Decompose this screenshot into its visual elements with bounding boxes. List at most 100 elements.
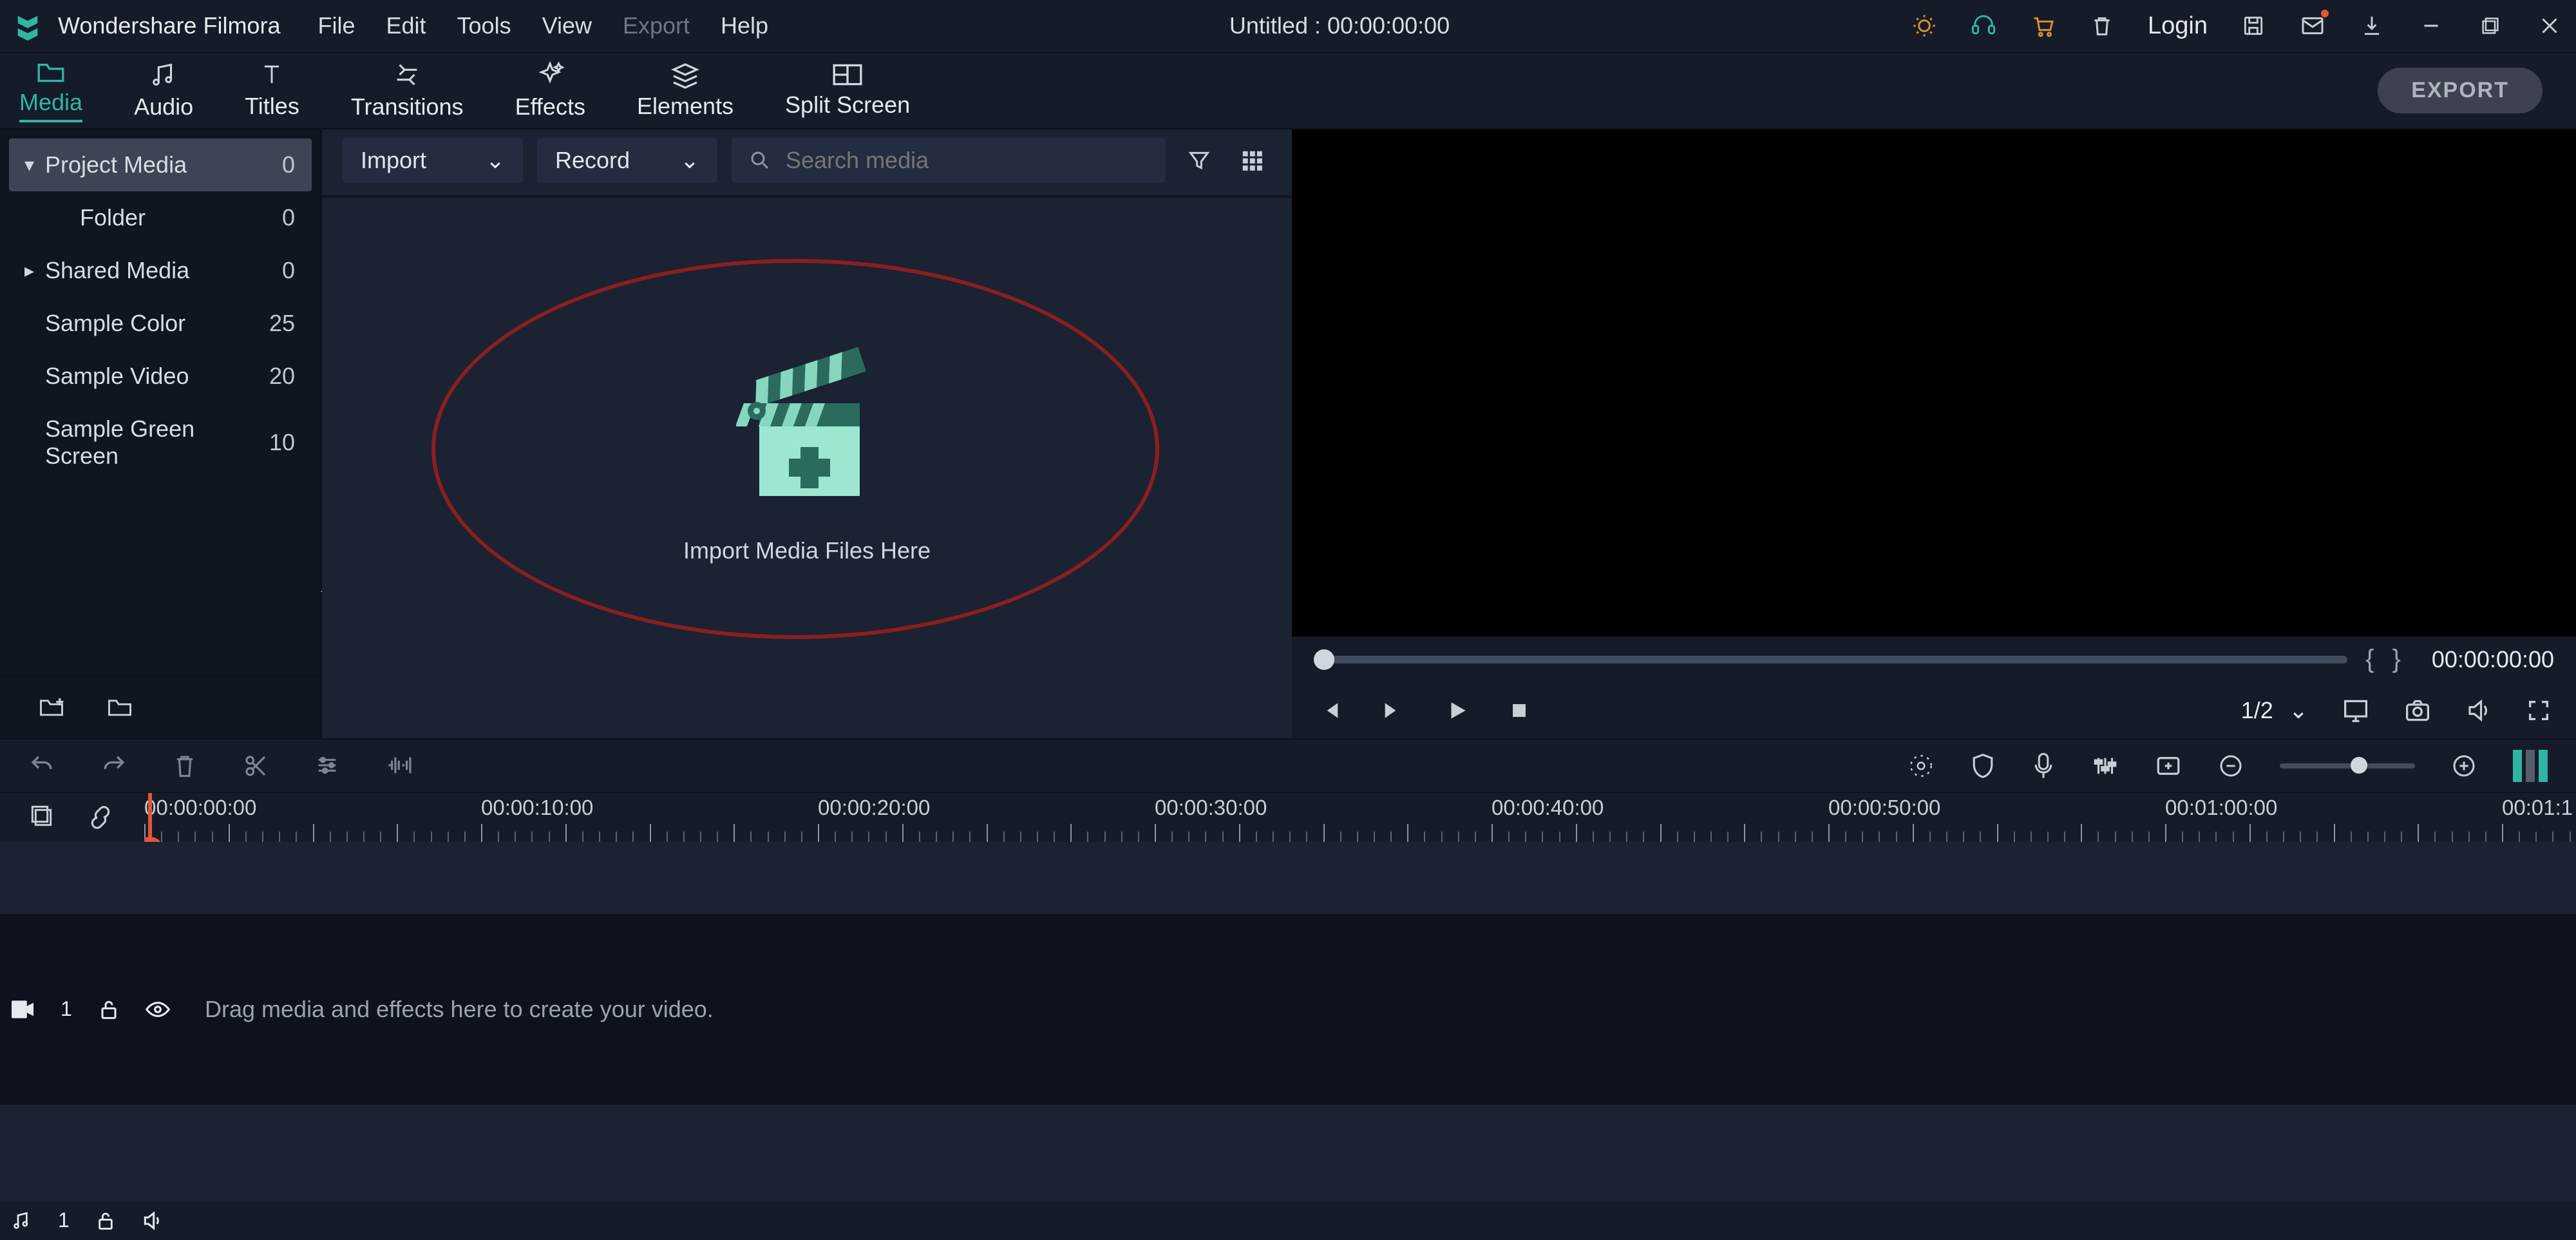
tab-transitions[interactable]: Transitions <box>351 53 464 129</box>
video-track-number: 1 <box>61 997 72 1021</box>
sidebar-item-project-media[interactable]: ▾ Project Media 0 <box>9 138 312 191</box>
import-dropdown[interactable]: Import ⌄ <box>343 138 523 183</box>
close-icon[interactable] <box>2536 12 2563 39</box>
preview-video[interactable] <box>1292 129 2576 636</box>
adjust-icon[interactable] <box>314 752 340 779</box>
tips-icon[interactable] <box>1911 12 1938 39</box>
module-tabs: Media Audio Titles Transitions Effects E… <box>0 53 2576 130</box>
voiceover-icon[interactable] <box>2031 752 2056 780</box>
next-frame-icon[interactable] <box>1381 698 1406 723</box>
lock-icon[interactable] <box>99 998 118 1020</box>
audio-mixer-icon[interactable] <box>2092 753 2119 779</box>
track-hint: Drag media and effects here to create yo… <box>205 996 714 1023</box>
preview-panel: { } 00:00:00:00 1/2 ⌄ <box>1292 129 2576 738</box>
render-icon[interactable] <box>1908 752 1935 779</box>
add-marker-icon[interactable] <box>2155 754 2182 777</box>
message-icon[interactable] <box>2299 12 2326 39</box>
menu-help[interactable]: Help <box>721 12 768 39</box>
download-icon[interactable] <box>2358 12 2385 39</box>
new-folder-plus-icon[interactable] <box>37 694 66 719</box>
cart-icon[interactable] <box>2029 12 2056 39</box>
support-icon[interactable] <box>1970 12 1997 39</box>
zoom-slider[interactable] <box>2280 763 2415 768</box>
folder-icon <box>35 58 67 85</box>
login-button[interactable]: Login <box>2148 12 2208 40</box>
zoom-out-icon[interactable] <box>2218 753 2244 779</box>
undo-icon[interactable] <box>28 752 55 779</box>
audio-track-icon <box>12 1211 31 1230</box>
zoom-in-icon[interactable] <box>2451 753 2477 779</box>
app-logo-icon <box>13 11 43 41</box>
chevron-right-icon: ▸ <box>24 260 34 282</box>
marker-shield-icon[interactable] <box>1971 752 1995 779</box>
mark-out-icon[interactable]: } <box>2392 645 2400 674</box>
chevron-down-icon: ▾ <box>24 154 34 176</box>
link-icon[interactable] <box>87 805 114 830</box>
import-drop-zone[interactable]: Import Media Files Here <box>322 198 1292 738</box>
menu-view[interactable]: View <box>542 12 592 39</box>
tab-titles[interactable]: Titles <box>245 53 299 129</box>
minimize-icon[interactable] <box>2418 12 2445 39</box>
grid-view-icon[interactable] <box>1233 141 1271 180</box>
export-button[interactable]: EXPORT <box>2378 68 2543 113</box>
tab-effects[interactable]: Effects <box>515 53 585 129</box>
sidebar-item-shared-media[interactable]: ▸ Shared Media 0 <box>9 244 312 297</box>
redo-icon[interactable] <box>100 752 128 779</box>
stop-icon[interactable] <box>1508 700 1530 721</box>
media-sidebar: ▾ Project Media 0 Folder 0 ▸ Shared Medi… <box>0 129 322 738</box>
music-icon <box>149 60 178 90</box>
zoom-fit-icon[interactable] <box>2513 750 2548 782</box>
title-bar: Wondershare Filmora File Edit Tools View… <box>0 0 2576 53</box>
tab-split-screen[interactable]: Split Screen <box>785 53 910 129</box>
play-icon[interactable] <box>1445 698 1470 723</box>
split-clip-icon[interactable] <box>242 752 269 779</box>
chevron-down-icon: ⌄ <box>680 147 699 174</box>
delete-icon[interactable] <box>2088 12 2116 39</box>
swap-icon <box>392 60 422 90</box>
filter-icon[interactable] <box>1180 141 1218 180</box>
display-icon[interactable] <box>2342 698 2370 723</box>
maximize-icon[interactable] <box>2477 12 2504 39</box>
text-icon <box>258 61 286 89</box>
timeline-ruler[interactable]: 00:00:00:0000:00:10:0000:00:20:0000:00:3… <box>144 793 2576 842</box>
mark-in-icon[interactable]: { <box>2365 645 2374 674</box>
annotation-ellipse <box>431 259 1159 639</box>
sidebar-item-sample-green-screen[interactable]: Sample Green Screen 10 <box>9 403 312 482</box>
tab-audio[interactable]: Audio <box>134 53 193 129</box>
tab-media[interactable]: Media <box>19 53 82 129</box>
sidebar-item-sample-video[interactable]: Sample Video 20 <box>9 350 312 403</box>
trash-icon[interactable] <box>173 752 197 779</box>
tab-elements[interactable]: Elements <box>637 53 734 129</box>
layers-icon <box>670 61 701 89</box>
prev-frame-icon[interactable] <box>1316 698 1342 723</box>
chevron-down-icon: ⌄ <box>486 147 505 174</box>
menu-export[interactable]: Export <box>623 12 690 39</box>
timeline-tracks: 1 Drag media and effects here to create … <box>0 842 2576 1240</box>
folder-icon[interactable] <box>106 694 134 719</box>
chevron-down-icon: ⌄ <box>2289 697 2308 724</box>
video-track-icon <box>12 1000 33 1018</box>
search-input[interactable] <box>786 147 1149 174</box>
menu-bar: File Edit Tools View Export Help <box>317 12 768 39</box>
playhead[interactable] <box>148 793 152 842</box>
lock-icon[interactable] <box>97 1210 115 1231</box>
preview-scrubber[interactable] <box>1314 656 2347 663</box>
record-dropdown[interactable]: Record ⌄ <box>537 138 717 183</box>
search-media[interactable] <box>732 138 1166 183</box>
menu-tools[interactable]: Tools <box>457 12 511 39</box>
volume-icon[interactable] <box>2465 697 2492 724</box>
sidebar-item-sample-color[interactable]: Sample Color 25 <box>9 297 312 350</box>
audio-track-number: 1 <box>58 1208 70 1232</box>
snapshot-icon[interactable] <box>2403 698 2432 723</box>
video-track[interactable]: 1 Drag media and effects here to create … <box>0 914 2576 1105</box>
menu-edit[interactable]: Edit <box>386 12 426 39</box>
preview-quality-dropdown[interactable]: 1/2 ⌄ <box>2241 697 2308 724</box>
audio-stretch-icon[interactable] <box>385 752 415 779</box>
timeline-mode-icon[interactable] <box>30 805 56 830</box>
menu-file[interactable]: File <box>317 12 355 39</box>
save-icon[interactable] <box>2240 12 2267 39</box>
spark-icon <box>535 60 565 90</box>
audio-track[interactable]: 1 <box>0 1201 2576 1240</box>
sidebar-item-folder[interactable]: Folder 0 <box>9 191 312 244</box>
fullscreen-icon[interactable] <box>2526 698 2552 723</box>
